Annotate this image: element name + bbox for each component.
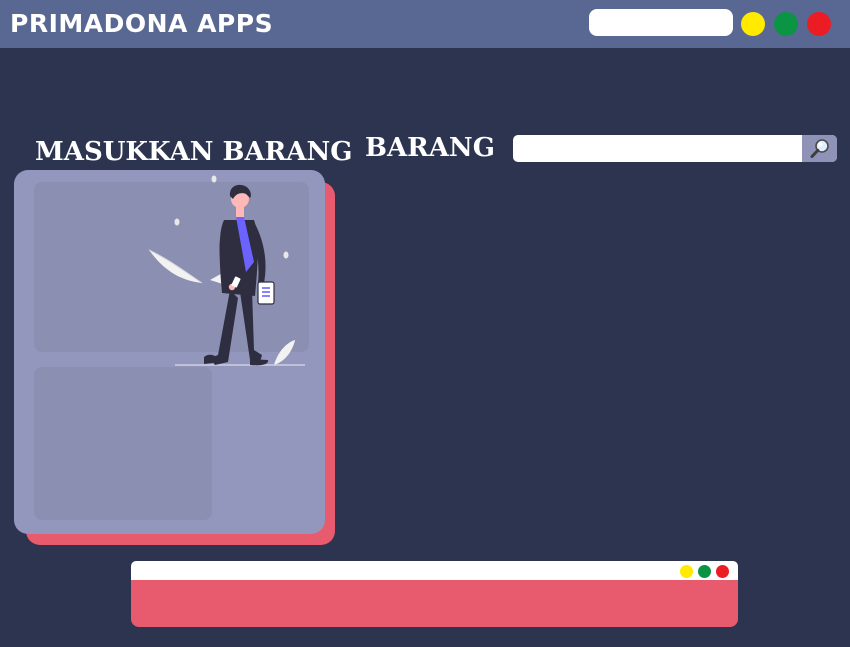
bottom-maximize-button[interactable] <box>698 565 711 578</box>
close-button[interactable] <box>807 12 831 36</box>
minimize-button[interactable] <box>741 12 765 36</box>
person-walking-illustration <box>148 175 305 366</box>
bottom-minimize-button[interactable] <box>680 565 693 578</box>
magnifier-icon <box>810 139 829 158</box>
maximize-button[interactable] <box>774 12 798 36</box>
item-search-input[interactable] <box>513 135 799 162</box>
input-section-title: MASUKKAN BARANG <box>35 137 353 167</box>
search-button[interactable] <box>802 135 837 162</box>
item-search-bar <box>513 135 837 162</box>
app-header: PRIMADONA APPS <box>0 0 850 48</box>
bottom-panel-titlebar <box>131 561 738 580</box>
app-title: PRIMADONA APPS <box>10 9 274 38</box>
header-search-input[interactable] <box>589 9 733 36</box>
items-section-title: BARANG <box>365 133 495 163</box>
bottom-close-button[interactable] <box>716 565 729 578</box>
input-panel-bottom <box>34 367 212 520</box>
